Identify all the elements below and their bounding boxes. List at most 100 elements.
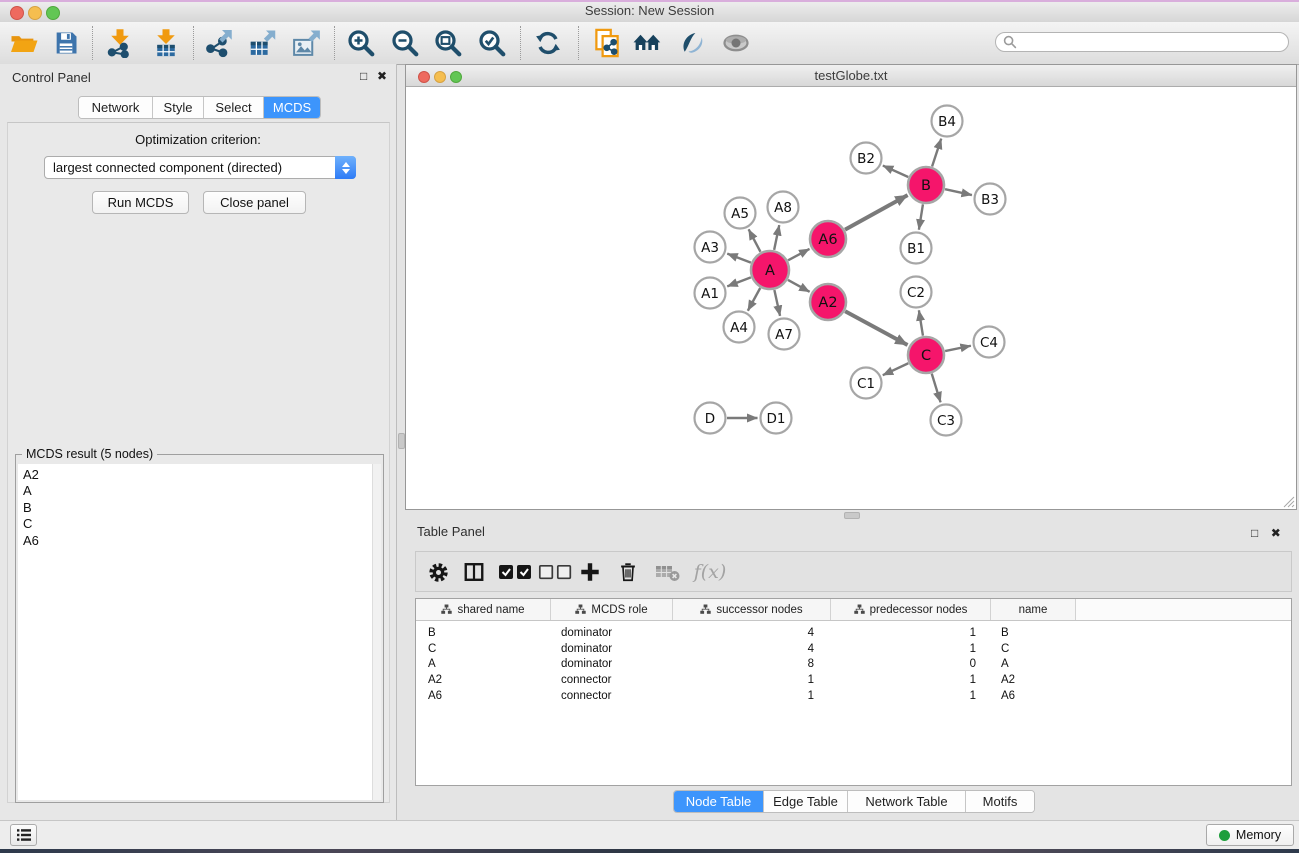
new-network-document-button[interactable] [589,27,625,59]
deselect-all-button[interactable] [536,559,574,585]
zoom-in-button[interactable] [343,27,379,59]
cell-predecessor-nodes[interactable]: 1 [831,674,991,686]
cell-shared-name[interactable]: B [416,627,551,639]
zoom-out-button[interactable] [387,27,423,59]
export-image-button[interactable] [288,27,324,59]
zoom-selected-button[interactable] [474,27,510,59]
result-item[interactable]: A2 [23,467,373,483]
tab-node-table[interactable]: Node Table [674,791,764,812]
cell-shared-name[interactable]: A [416,658,551,670]
column-header-name[interactable]: name [991,599,1076,620]
open-session-button[interactable] [6,27,42,59]
result-item[interactable]: B [23,500,373,516]
refresh-button[interactable] [530,27,566,59]
column-header-successor-nodes[interactable]: successor nodes [673,599,831,620]
run-mcds-button[interactable]: Run MCDS [92,191,189,214]
cell-mcds-role[interactable]: dominator [551,658,673,670]
graph-edge[interactable] [845,311,907,345]
cell-predecessor-nodes[interactable]: 0 [831,658,991,670]
close-traffic-light[interactable] [10,6,24,20]
zoom-fit-button[interactable] [430,27,466,59]
select-all-button[interactable] [496,559,534,585]
zoom-traffic-light[interactable] [450,71,462,83]
tab-network[interactable]: Network [79,97,153,118]
cell-successor-nodes[interactable]: 4 [673,627,831,639]
mcds-result-list[interactable]: A2 A B C A6 [18,464,373,800]
cell-successor-nodes[interactable]: 1 [673,674,831,686]
cell-name[interactable]: A2 [991,674,1076,686]
network-canvas[interactable]: B4B2BB3A5A8A6A3B1AA1C2A2A4A7CC4C1C3DD1 [406,88,1296,509]
import-table-button[interactable] [148,27,184,59]
cell-name[interactable]: B [991,627,1076,639]
table-row[interactable]: A dominator 8 0 A [416,656,1291,672]
graph-edge[interactable] [945,189,972,195]
table-row[interactable]: A2 connector 1 1 A2 [416,672,1291,688]
cell-mcds-role[interactable]: dominator [551,627,673,639]
cell-mcds-role[interactable]: connector [551,690,673,702]
column-header-mcds-role[interactable]: MCDS role [551,599,673,620]
result-item[interactable]: A6 [23,533,373,549]
graph-edge[interactable] [727,254,751,263]
float-panel-icon[interactable]: □ [360,69,375,83]
table-row[interactable]: C dominator 4 1 C [416,641,1291,657]
graph-edge[interactable] [919,310,923,335]
close-panel-icon[interactable]: ✖ [1271,526,1289,540]
export-table-button[interactable] [244,27,280,59]
tab-motifs[interactable]: Motifs [966,791,1034,812]
graph-edge[interactable] [945,346,971,351]
tab-select[interactable]: Select [204,97,264,118]
graph-edge[interactable] [919,204,923,229]
cell-mcds-role[interactable]: connector [551,674,673,686]
style-visibility-button[interactable] [673,27,709,59]
graph-edge[interactable] [788,280,810,292]
graph-edge[interactable] [932,374,941,403]
show-hide-button[interactable] [718,27,754,59]
cell-shared-name[interactable]: A6 [416,690,551,702]
minimize-traffic-light[interactable] [28,6,42,20]
vertical-splitter-handle[interactable] [398,433,405,449]
export-network-button[interactable] [200,27,236,59]
graph-edge[interactable] [727,277,751,286]
import-network-button[interactable] [102,27,138,59]
cell-successor-nodes[interactable]: 1 [673,690,831,702]
table-row[interactable]: B dominator 4 1 B [416,625,1291,641]
search-input[interactable] [1021,34,1288,50]
cell-name[interactable]: A6 [991,690,1076,702]
result-scrollbar[interactable] [372,464,381,800]
add-row-button[interactable] [576,559,604,585]
graph-edge[interactable] [774,290,780,316]
cell-shared-name[interactable]: A2 [416,674,551,686]
horizontal-splitter-handle[interactable] [844,512,860,519]
tab-edge-table[interactable]: Edge Table [764,791,848,812]
graph-edge[interactable] [748,288,760,311]
graph-edge[interactable] [788,249,809,260]
graph-edge[interactable] [883,166,908,177]
tab-mcds[interactable]: MCDS [264,97,320,118]
table-row[interactable]: A6 connector 1 1 A6 [416,688,1291,704]
cell-predecessor-nodes[interactable]: 1 [831,690,991,702]
graph-edge[interactable] [845,195,908,229]
task-history-button[interactable] [10,824,37,846]
cell-predecessor-nodes[interactable]: 1 [831,627,991,639]
tab-network-table[interactable]: Network Table [848,791,966,812]
float-panel-icon[interactable]: □ [1251,526,1266,540]
close-panel-button[interactable]: Close panel [203,191,306,214]
cell-successor-nodes[interactable]: 8 [673,658,831,670]
split-column-view-button[interactable] [460,559,488,585]
cell-name[interactable]: A [991,658,1076,670]
result-item[interactable]: C [23,516,373,532]
network-window-titlebar[interactable]: testGlobe.txt [406,65,1296,87]
window-resize-grip[interactable] [1282,495,1295,508]
graph-edge[interactable] [883,363,909,375]
optimization-criterion-select[interactable]: largest connected component (directed) [44,156,356,179]
result-item[interactable]: A [23,483,373,499]
column-header-predecessor-nodes[interactable]: predecessor nodes [831,599,991,620]
search-field[interactable] [995,32,1289,52]
column-header-shared-name[interactable]: shared name [416,599,551,620]
save-session-button[interactable] [48,27,84,59]
table-settings-button[interactable] [424,559,452,585]
cell-name[interactable]: C [991,643,1076,655]
cell-predecessor-nodes[interactable]: 1 [831,643,991,655]
close-traffic-light[interactable] [418,71,430,83]
zoom-traffic-light[interactable] [46,6,60,20]
